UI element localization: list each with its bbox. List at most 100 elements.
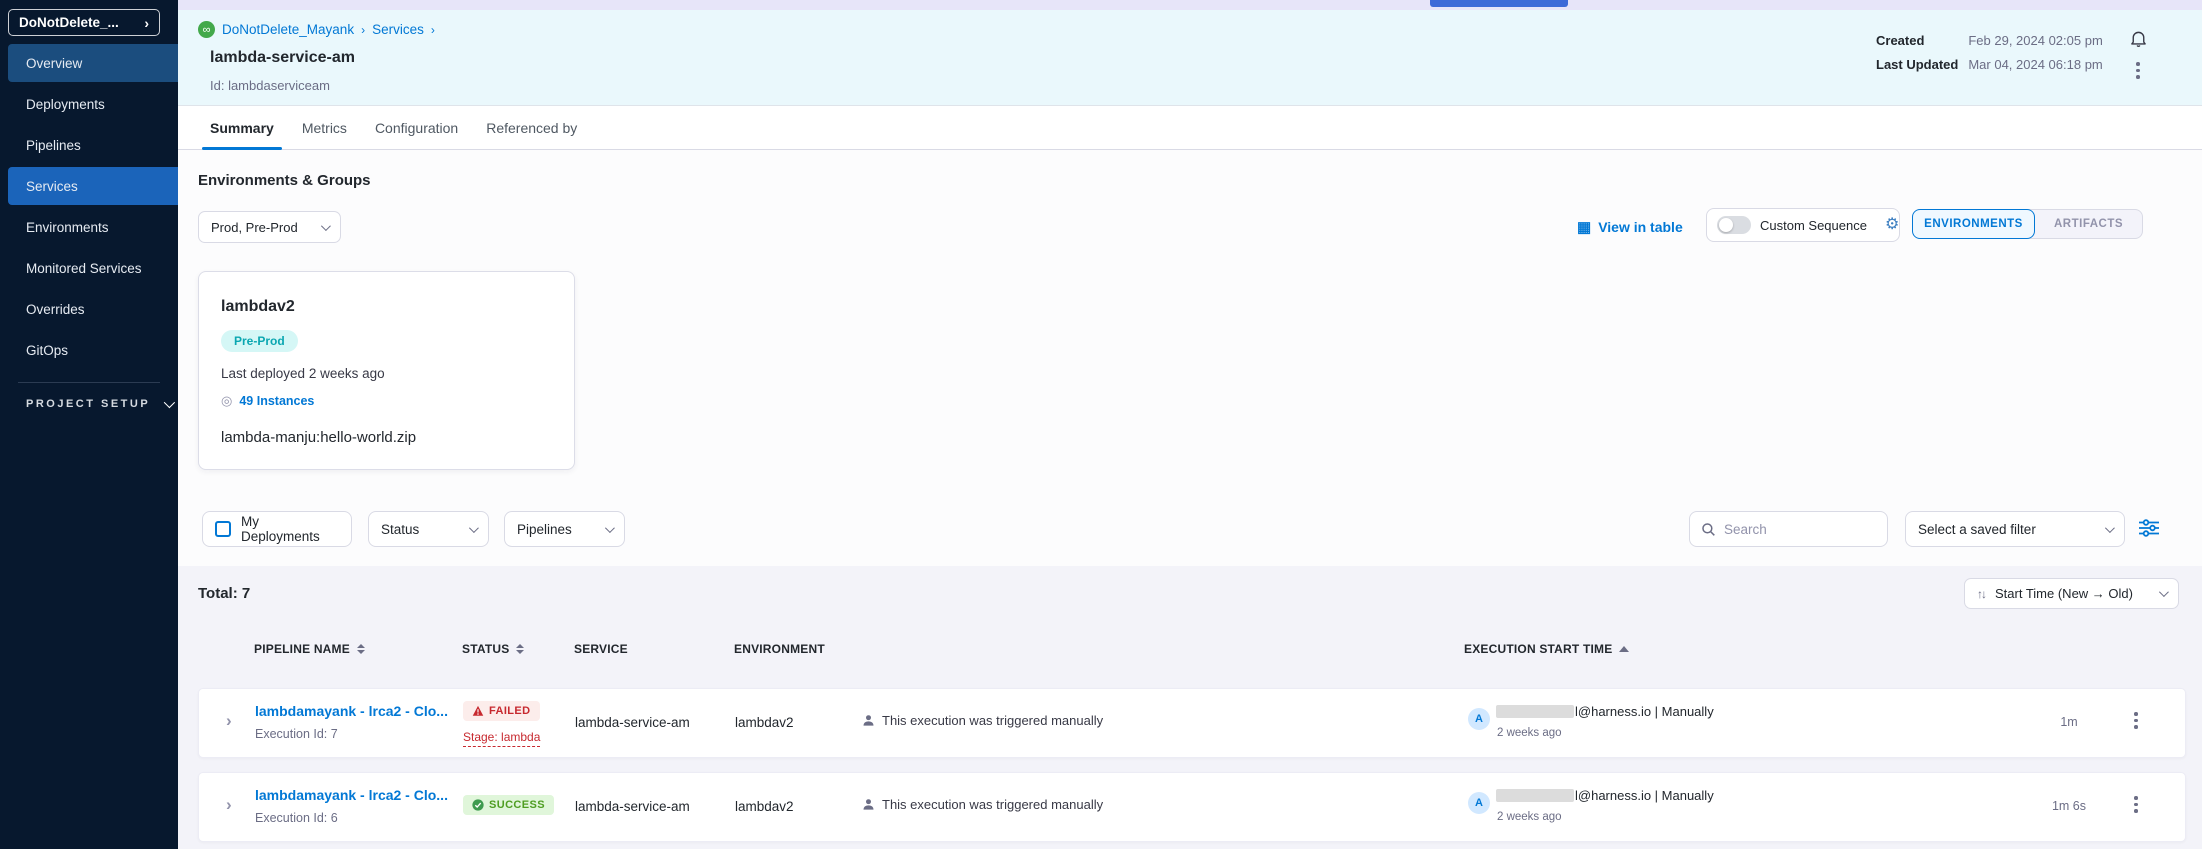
person-icon — [862, 714, 875, 727]
pipeline-link[interactable]: lambdamayank - lrca2 - Clo... — [255, 703, 448, 719]
execution-row[interactable]: › lambdamayank - lrca2 - Clo... Executio… — [198, 688, 2186, 758]
sort-order-select[interactable]: ↑↓ Start Time (New → Old) — [1964, 578, 2179, 609]
custom-sequence-label: Custom Sequence — [1760, 218, 1867, 233]
row-more-menu-icon[interactable] — [2131, 793, 2141, 816]
search-input[interactable] — [1724, 522, 1874, 537]
duration: 1m 6s — [2049, 799, 2089, 813]
sidebar-item-monitored-services[interactable]: Monitored Services — [8, 249, 178, 287]
tab-referenced-by[interactable]: Referenced by — [472, 106, 591, 149]
page-title: lambda-service-am — [210, 49, 355, 67]
trigger-info: This execution was triggered manually — [862, 713, 1103, 728]
row-environment: lambdav2 — [735, 799, 794, 814]
warning-triangle-icon — [472, 705, 484, 717]
notification-bell-icon[interactable] — [2128, 28, 2149, 49]
segment-artifacts[interactable]: ARTIFACTS — [2029, 209, 2143, 239]
column-status[interactable]: STATUS — [462, 642, 524, 656]
column-environment[interactable]: ENVIRONMENT — [734, 642, 825, 656]
breadcrumb-services-link[interactable]: Services — [372, 22, 424, 37]
row-service: lambda-service-am — [575, 715, 690, 730]
row-more-menu-icon[interactable] — [2131, 709, 2141, 732]
created-label: Created — [1876, 33, 1958, 48]
redacted-username — [1496, 789, 1574, 802]
status-badge-failed: FAILED — [463, 701, 540, 721]
column-pipeline-name[interactable]: PIPELINE NAME — [254, 642, 365, 656]
view-in-table-link[interactable]: ▦ View in table — [1577, 218, 1683, 236]
pipeline-link[interactable]: lambdamayank - lrca2 - Clo... — [255, 787, 448, 803]
project-selector[interactable]: DoNotDelete_... › — [8, 9, 160, 36]
gear-icon[interactable]: ⚙ — [1885, 217, 1899, 233]
redacted-username — [1496, 705, 1574, 718]
chevron-down-icon — [2105, 523, 2115, 533]
person-icon — [862, 798, 875, 811]
my-deployments-filter[interactable]: My Deployments — [202, 511, 352, 547]
project-setup-toggle[interactable]: PROJECT SETUP — [26, 398, 172, 410]
tab-configuration[interactable]: Configuration — [361, 106, 472, 149]
main-area: ∞ DoNotDelete_Mayank › Services › lambda… — [178, 0, 2202, 849]
environment-filter-select[interactable]: Prod, Pre-Prod — [198, 211, 341, 243]
sort-icon — [357, 644, 365, 654]
column-service[interactable]: SERVICE — [574, 642, 628, 656]
sidebar-item-services[interactable]: Services — [8, 167, 178, 205]
row-service: lambda-service-am — [575, 799, 690, 814]
table-icon: ▦ — [1577, 218, 1591, 236]
avatar[interactable]: A — [1468, 792, 1490, 814]
breadcrumb-separator-icon: › — [361, 23, 365, 37]
segment-environments[interactable]: ENVIRONMENTS — [1912, 209, 2035, 239]
sort-ascending-icon — [1619, 646, 1629, 652]
avatar[interactable]: A — [1468, 708, 1490, 730]
chevron-down-icon — [164, 397, 175, 408]
top-strip — [178, 0, 2202, 10]
chevron-right-icon: › — [144, 15, 149, 31]
service-meta: Created Feb 29, 2024 02:05 pm Last Updat… — [1876, 33, 2103, 72]
sort-icon — [516, 644, 524, 654]
custom-sequence-control: Custom Sequence ⚙ — [1706, 208, 1900, 242]
status-filter-select[interactable]: Status — [368, 511, 489, 547]
duration: 1m — [2049, 715, 2089, 729]
sidebar-item-pipelines[interactable]: Pipelines — [8, 126, 178, 164]
status-badge-success: SUCCESS — [463, 795, 554, 815]
check-circle-icon — [472, 799, 484, 811]
triggered-by: l@harness.io | Manually — [1496, 704, 1714, 719]
expand-chevron-icon[interactable]: › — [226, 795, 232, 815]
sort-arrows-icon: ↑↓ — [1977, 587, 1985, 601]
service-id: Id: lambdaserviceam — [210, 78, 330, 93]
environment-card[interactable]: lambdav2 Pre-Prod Last deployed 2 weeks … — [198, 271, 575, 470]
sidebar-item-overview[interactable]: Overview — [8, 44, 178, 82]
sidebar-item-overrides[interactable]: Overrides — [8, 290, 178, 328]
column-execution-start-time[interactable]: EXECUTION START TIME — [1464, 642, 1629, 656]
instances-link[interactable]: ◎ 49 Instances — [221, 393, 552, 409]
last-deployed-text: Last deployed 2 weeks ago — [221, 366, 552, 381]
expand-chevron-icon[interactable]: › — [226, 711, 232, 731]
my-deployments-checkbox[interactable] — [215, 521, 231, 537]
harness-logo-icon: ∞ — [198, 21, 215, 38]
sidebar-item-gitops[interactable]: GitOps — [8, 331, 178, 369]
failed-stage-link[interactable]: Stage: lambda — [463, 730, 540, 747]
tab-summary[interactable]: Summary — [196, 106, 288, 149]
time-ago: 2 weeks ago — [1497, 811, 1562, 823]
chevron-down-icon — [605, 523, 615, 533]
breadcrumb-separator-icon: › — [431, 23, 435, 37]
sidebar-divider — [18, 382, 160, 383]
executions-table-header: PIPELINE NAME STATUS SERVICE ENVIRONMENT… — [198, 642, 2186, 662]
sidebar-item-environments[interactable]: Environments — [8, 208, 178, 246]
filter-sliders-icon[interactable] — [2138, 519, 2160, 537]
tab-metrics[interactable]: Metrics — [288, 106, 361, 149]
breadcrumb-project-link[interactable]: DoNotDelete_Mayank — [222, 22, 354, 37]
chevron-down-icon — [2159, 587, 2169, 597]
row-environment: lambdav2 — [735, 715, 794, 730]
custom-sequence-toggle[interactable] — [1717, 216, 1751, 234]
execution-id: Execution Id: 6 — [255, 811, 338, 825]
execution-row[interactable]: › lambdamayank - lrca2 - Clo... Executio… — [198, 772, 2186, 842]
chevron-down-icon — [469, 523, 479, 533]
chevron-down-icon — [321, 221, 331, 231]
sidebar: DoNotDelete_... › Overview Deployments P… — [0, 0, 178, 849]
header-more-menu-icon[interactable] — [2133, 59, 2143, 82]
top-strip-accent — [1430, 0, 1568, 7]
search-box — [1689, 511, 1888, 547]
saved-filter-select[interactable]: Select a saved filter — [1905, 511, 2125, 547]
pipelines-filter-select[interactable]: Pipelines — [504, 511, 625, 547]
updated-value: Mar 04, 2024 06:18 pm — [1968, 57, 2102, 72]
page-header: ∞ DoNotDelete_Mayank › Services › lambda… — [178, 10, 2202, 106]
environments-groups-heading: Environments & Groups — [198, 172, 371, 189]
sidebar-item-deployments[interactable]: Deployments — [8, 85, 178, 123]
